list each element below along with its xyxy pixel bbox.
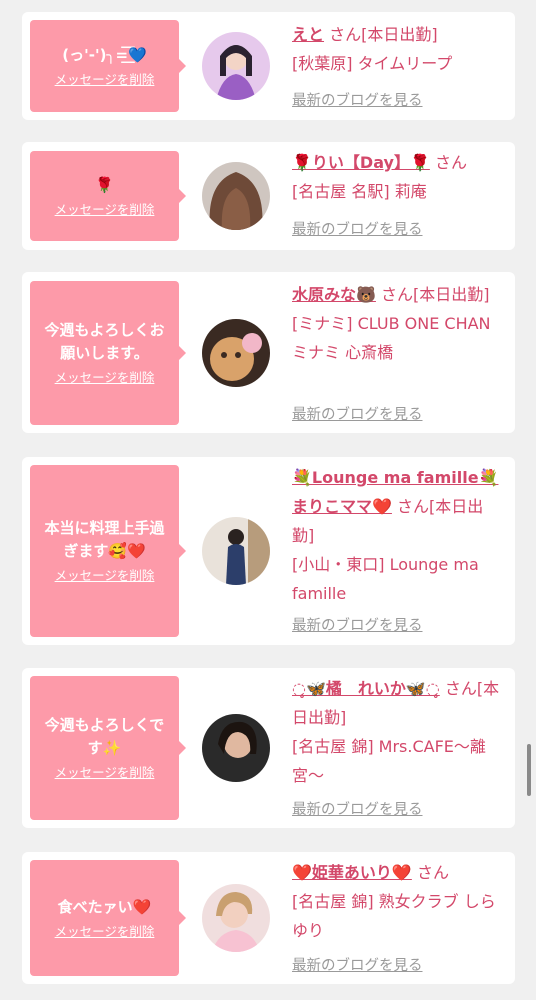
shop-name[interactable]: [名古屋 錦] Mrs.CAFE〜離宮〜 [292, 737, 486, 785]
cast-name-link[interactable]: えと [292, 25, 324, 44]
message-bubble: 本当に料理上手過ぎます🥰❤️ メッセージを削除 [30, 465, 186, 637]
message-card: (っ'-')╮=͟͟͞͞💙 メッセージを削除 えと さん[本日出勤] [秋葉原]… [22, 12, 515, 120]
avatar[interactable] [202, 32, 270, 100]
avatar[interactable] [202, 162, 270, 230]
avatar[interactable] [202, 517, 270, 585]
message-card: 今週もよろしくです✨ メッセージを削除 ◌̥🦋橘 れいか🦋◌̥ さん[本日出勤]… [22, 668, 515, 828]
cast-info: えと さん[本日出勤] [秋葉原] タイムリープ [292, 20, 504, 78]
cast-info: 💐Lounge ma famille💐まりこママ❤️ さん[本日出勤] [小山・… [292, 463, 504, 608]
message-text: 本当に料理上手過ぎます🥰❤️ [44, 519, 165, 560]
shop-name[interactable]: [名古屋 錦] 熟女クラブ しらゆり [292, 892, 496, 940]
latest-blog-link[interactable]: 最新のブログを見る [292, 614, 423, 635]
shop-name[interactable]: [小山・東口] Lounge ma famille [292, 555, 479, 603]
scrollbar[interactable] [527, 744, 531, 796]
cast-name-link[interactable]: ◌̥🦋橘 れいか🦋◌̥ [292, 679, 440, 698]
delete-message-link[interactable]: メッセージを削除 [55, 923, 155, 941]
cast-info: 水原みな🐻 さん[本日出勤] [ミナミ] CLUB ONE CHAN ミナミ 心… [292, 280, 504, 367]
message-text: 食べたァい❤️ [57, 897, 152, 916]
message-card: 食べたァい❤️ メッセージを削除 ❤️姫華あいり❤️ さん [名古屋 錦] 熟女… [22, 852, 515, 984]
message-bubble: 今週もよろしくお願いします。 メッセージを削除 [30, 281, 186, 425]
message-text: 今週もよろしくです✨ [44, 716, 165, 757]
cast-name-link[interactable]: 水原みな🐻 [292, 285, 376, 304]
delete-message-link[interactable]: メッセージを削除 [55, 201, 155, 219]
shop-name[interactable]: [ミナミ] CLUB ONE CHAN ミナミ 心斎橋 [292, 314, 491, 362]
message-bubble: (っ'-')╮=͟͟͞͞💙 メッセージを削除 [30, 20, 186, 112]
message-card: 🌹 メッセージを削除 🌹りい【Day】🌹 さん [名古屋 名駅] 莉庵 最新のブ… [22, 142, 515, 250]
message-bubble: 🌹 メッセージを削除 [30, 151, 186, 241]
latest-blog-link[interactable]: 最新のブログを見る [292, 954, 423, 975]
message-bubble: 食べたァい❤️ メッセージを削除 [30, 860, 186, 976]
cast-name-link[interactable]: 🌹りい【Day】🌹 [292, 153, 430, 172]
avatar[interactable] [202, 319, 270, 387]
message-card: 本当に料理上手過ぎます🥰❤️ メッセージを削除 💐Lounge ma famil… [22, 457, 515, 645]
delete-message-link[interactable]: メッセージを削除 [55, 71, 155, 89]
cast-name-link[interactable]: ❤️姫華あいり❤️ [292, 863, 412, 882]
latest-blog-link[interactable]: 最新のブログを見る [292, 798, 423, 819]
delete-message-link[interactable]: メッセージを削除 [55, 369, 155, 387]
cast-suffix: さん [429, 153, 467, 172]
avatar[interactable] [202, 714, 270, 782]
message-bubble: 今週もよろしくです✨ メッセージを削除 [30, 676, 186, 820]
cast-suffix: さん[本日出勤] [375, 285, 490, 304]
message-text: (っ'-')╮=͟͟͞͞💙 [62, 45, 147, 64]
latest-blog-link[interactable]: 最新のブログを見る [292, 218, 423, 239]
latest-blog-link[interactable]: 最新のブログを見る [292, 403, 423, 424]
shop-name[interactable]: [秋葉原] タイムリープ [292, 54, 452, 73]
cast-info: ❤️姫華あいり❤️ さん [名古屋 錦] 熟女クラブ しらゆり [292, 858, 504, 945]
cast-info: 🌹りい【Day】🌹 さん [名古屋 名駅] 莉庵 [292, 148, 504, 206]
delete-message-link[interactable]: メッセージを削除 [55, 764, 155, 782]
message-card: 今週もよろしくお願いします。 メッセージを削除 水原みな🐻 さん[本日出勤] [… [22, 272, 515, 433]
shop-name[interactable]: [名古屋 名駅] 莉庵 [292, 182, 427, 201]
cast-info: ◌̥🦋橘 れいか🦋◌̥ さん[本日出勤] [名古屋 錦] Mrs.CAFE〜離宮… [292, 674, 504, 790]
cast-suffix: さん[本日出勤] [324, 25, 438, 44]
latest-blog-link[interactable]: 最新のブログを見る [292, 89, 423, 110]
delete-message-link[interactable]: メッセージを削除 [55, 567, 155, 585]
message-text: 🌹 [95, 175, 114, 194]
message-text: 今週もよろしくお願いします。 [44, 321, 165, 362]
avatar[interactable] [202, 884, 270, 952]
cast-suffix: さん [411, 863, 449, 882]
